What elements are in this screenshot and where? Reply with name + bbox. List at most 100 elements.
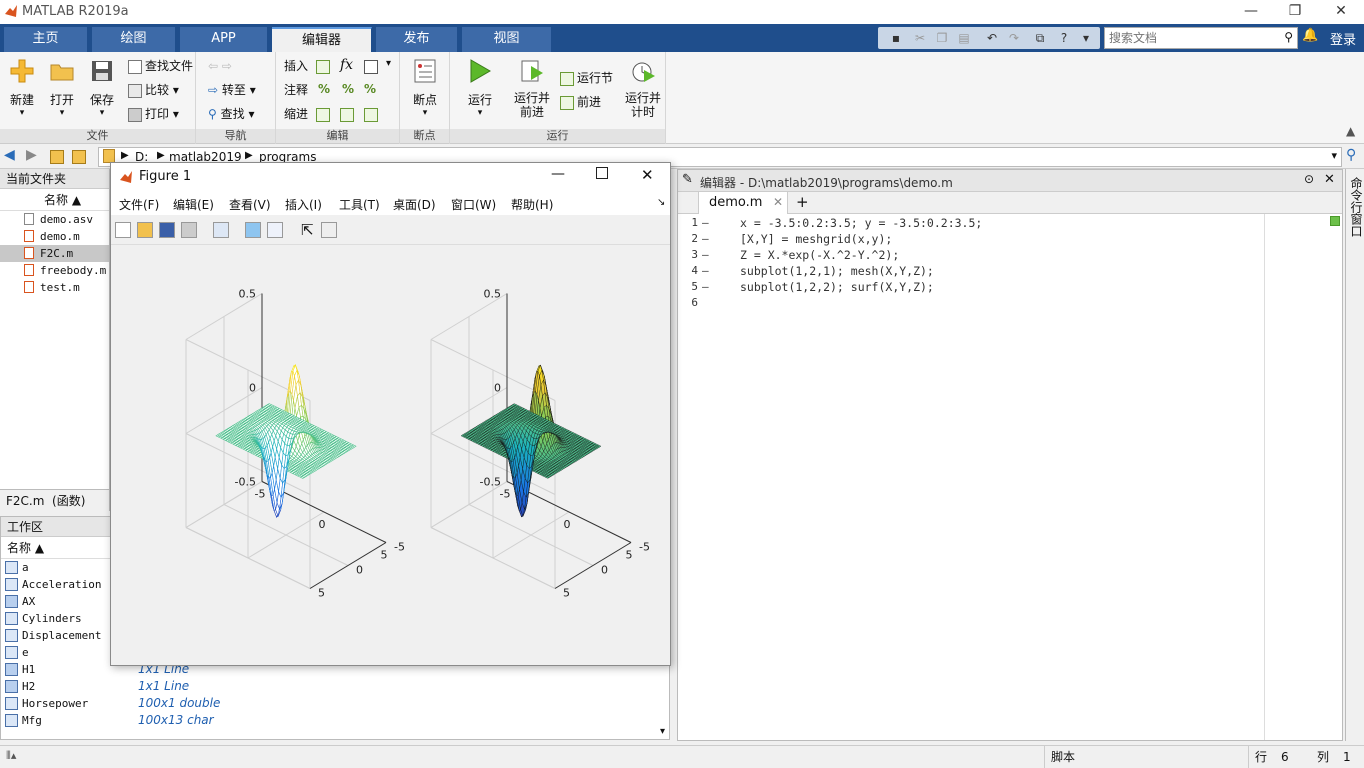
- breakpoints-button[interactable]: 断点 ▾: [405, 58, 445, 118]
- breakpoint-dash[interactable]: –: [702, 216, 709, 229]
- decrease-indent-icon[interactable]: [364, 108, 378, 122]
- tab-view[interactable]: 视图: [462, 27, 552, 52]
- save-icon[interactable]: ▪: [888, 30, 904, 46]
- menu-insert[interactable]: 插入(I): [285, 196, 322, 213]
- paste-icon[interactable]: ▤: [956, 30, 972, 46]
- search-input[interactable]: [1105, 28, 1275, 48]
- menu-view[interactable]: 查看(V): [229, 196, 271, 213]
- open-file-icon[interactable]: [137, 222, 153, 238]
- search-icon[interactable]: ⚲: [1284, 30, 1293, 44]
- tab-editor[interactable]: 编辑器: [272, 27, 372, 52]
- file-row[interactable]: demo.m: [0, 228, 109, 245]
- insert-button[interactable]: 插入: [284, 56, 308, 76]
- browse-folder-icon[interactable]: [72, 150, 86, 164]
- file-row[interactable]: demo.asv: [0, 211, 109, 228]
- save-figure-icon[interactable]: [159, 222, 175, 238]
- tab-plots[interactable]: 绘图: [92, 27, 176, 52]
- close-button[interactable]: ✕: [1318, 0, 1364, 24]
- file-row[interactable]: test.m: [0, 279, 109, 296]
- print-button[interactable]: 打印 ▾: [128, 104, 179, 124]
- find-files-button[interactable]: 查找文件: [128, 56, 193, 76]
- new-button[interactable]: 新建 ▾: [2, 58, 42, 118]
- run-button[interactable]: 运行 ▾: [460, 58, 500, 118]
- login-link[interactable]: 登录: [1330, 29, 1356, 48]
- breakpoint-dash[interactable]: –: [702, 248, 709, 261]
- command-window-sidetab[interactable]: 命令行窗口: [1345, 169, 1364, 741]
- wrap-comment-icon[interactable]: %: [364, 82, 376, 96]
- pointer-arrow-icon[interactable]: ⇱: [301, 221, 314, 239]
- breakpoint-dash[interactable]: –: [702, 280, 709, 293]
- save-button[interactable]: 保存 ▾: [82, 58, 122, 118]
- print-figure-icon[interactable]: [181, 222, 197, 238]
- figure-maximize-button[interactable]: [596, 167, 608, 179]
- uncomment-icon[interactable]: %: [342, 82, 354, 96]
- link-plot-icon[interactable]: [213, 222, 229, 238]
- chevron-down-icon[interactable]: ▾: [1078, 30, 1094, 46]
- legend-icon[interactable]: [267, 222, 283, 238]
- close-tab-icon[interactable]: ✕: [773, 195, 783, 209]
- search-icon[interactable]: ⚲: [1346, 147, 1356, 163]
- tab-apps[interactable]: APP: [180, 27, 268, 52]
- menu-tools[interactable]: 工具(T): [339, 196, 380, 213]
- up-folder-icon[interactable]: [50, 150, 64, 164]
- insert-section-icon[interactable]: [316, 60, 330, 74]
- comment-percent-icon[interactable]: %: [318, 82, 330, 96]
- find-button[interactable]: ⚲ 查找 ▾: [208, 104, 254, 124]
- tab-home[interactable]: 主页: [4, 27, 88, 52]
- smart-indent-icon[interactable]: [316, 108, 330, 122]
- indent-button[interactable]: 缩进: [284, 104, 308, 124]
- menu-window[interactable]: 窗口(W): [451, 196, 496, 213]
- back-arrow-icon[interactable]: ◀: [4, 147, 15, 163]
- run-section-button[interactable]: 运行节: [560, 68, 613, 88]
- property-inspector-icon[interactable]: [321, 222, 337, 238]
- redo-icon[interactable]: ↷: [1006, 30, 1022, 46]
- open-button[interactable]: 打开 ▾: [42, 58, 82, 118]
- variable-row[interactable]: Horsepower 100x1 double: [1, 695, 669, 712]
- breakpoint-dash[interactable]: –: [702, 264, 709, 277]
- increase-indent-icon[interactable]: [340, 108, 354, 122]
- chevron-down-icon[interactable]: ▾: [1331, 149, 1337, 162]
- advance-button[interactable]: 前进: [560, 92, 601, 112]
- file-row-selected[interactable]: F2C.m: [0, 245, 109, 262]
- cut-icon[interactable]: ✂: [912, 30, 928, 46]
- breakpoint-dash[interactable]: –: [702, 232, 709, 245]
- restore-button[interactable]: ❐: [1272, 0, 1318, 24]
- copy-icon[interactable]: ❐: [934, 30, 950, 46]
- colorbar-icon[interactable]: [245, 222, 261, 238]
- file-row[interactable]: freebody.m: [0, 262, 109, 279]
- undo-icon[interactable]: ↶: [984, 30, 1000, 46]
- fx-icon[interactable]: fx: [340, 57, 353, 73]
- minimize-button[interactable]: —: [1228, 0, 1274, 24]
- variable-row[interactable]: Mfg 100x13 char: [1, 712, 669, 729]
- editor-tab-demo[interactable]: demo.m ✕: [698, 192, 788, 214]
- insert-function-icon[interactable]: [364, 60, 378, 74]
- compare-button[interactable]: 比较 ▾: [128, 80, 179, 100]
- bell-icon[interactable]: 🔔: [1302, 28, 1318, 43]
- dock-arrow-icon[interactable]: ↘: [657, 197, 665, 208]
- name-column-header[interactable]: 名称 ▲: [0, 189, 109, 211]
- comment-button[interactable]: 注释: [284, 80, 308, 100]
- goto-button[interactable]: ⇨ 转至 ▾: [208, 80, 256, 100]
- help-icon[interactable]: ?: [1056, 30, 1072, 46]
- scroll-down-icon[interactable]: ▾: [660, 726, 665, 737]
- menu-help[interactable]: 帮助(H): [511, 196, 553, 213]
- forward-arrow-icon[interactable]: ▶: [26, 147, 37, 163]
- panel-menu-icon[interactable]: ⊙: [1304, 172, 1314, 186]
- switch-windows-icon[interactable]: ⧉: [1032, 30, 1048, 46]
- menu-edit[interactable]: 编辑(E): [173, 196, 214, 213]
- add-tab-icon[interactable]: +: [796, 193, 809, 211]
- code-analyzer-indicator[interactable]: [1330, 216, 1340, 226]
- back-forward-icon[interactable]: ⇦ ⇨: [208, 56, 232, 76]
- chevron-down-icon[interactable]: ▾: [386, 58, 391, 69]
- figure-minimize-button[interactable]: —: [551, 166, 565, 182]
- collapse-ribbon-icon[interactable]: ▲: [1346, 124, 1355, 138]
- menu-desktop[interactable]: 桌面(D): [393, 196, 436, 213]
- new-figure-icon[interactable]: [115, 222, 131, 238]
- run-and-time-button[interactable]: 运行并 计时: [622, 58, 664, 119]
- close-icon[interactable]: ✕: [1324, 172, 1335, 187]
- run-and-advance-button[interactable]: 运行并 前进: [512, 58, 552, 119]
- figure-close-button[interactable]: ✕: [641, 166, 654, 184]
- variable-row[interactable]: H2 1x1 Line: [1, 678, 669, 695]
- menu-file[interactable]: 文件(F): [119, 196, 159, 213]
- tab-publish[interactable]: 发布: [376, 27, 458, 52]
